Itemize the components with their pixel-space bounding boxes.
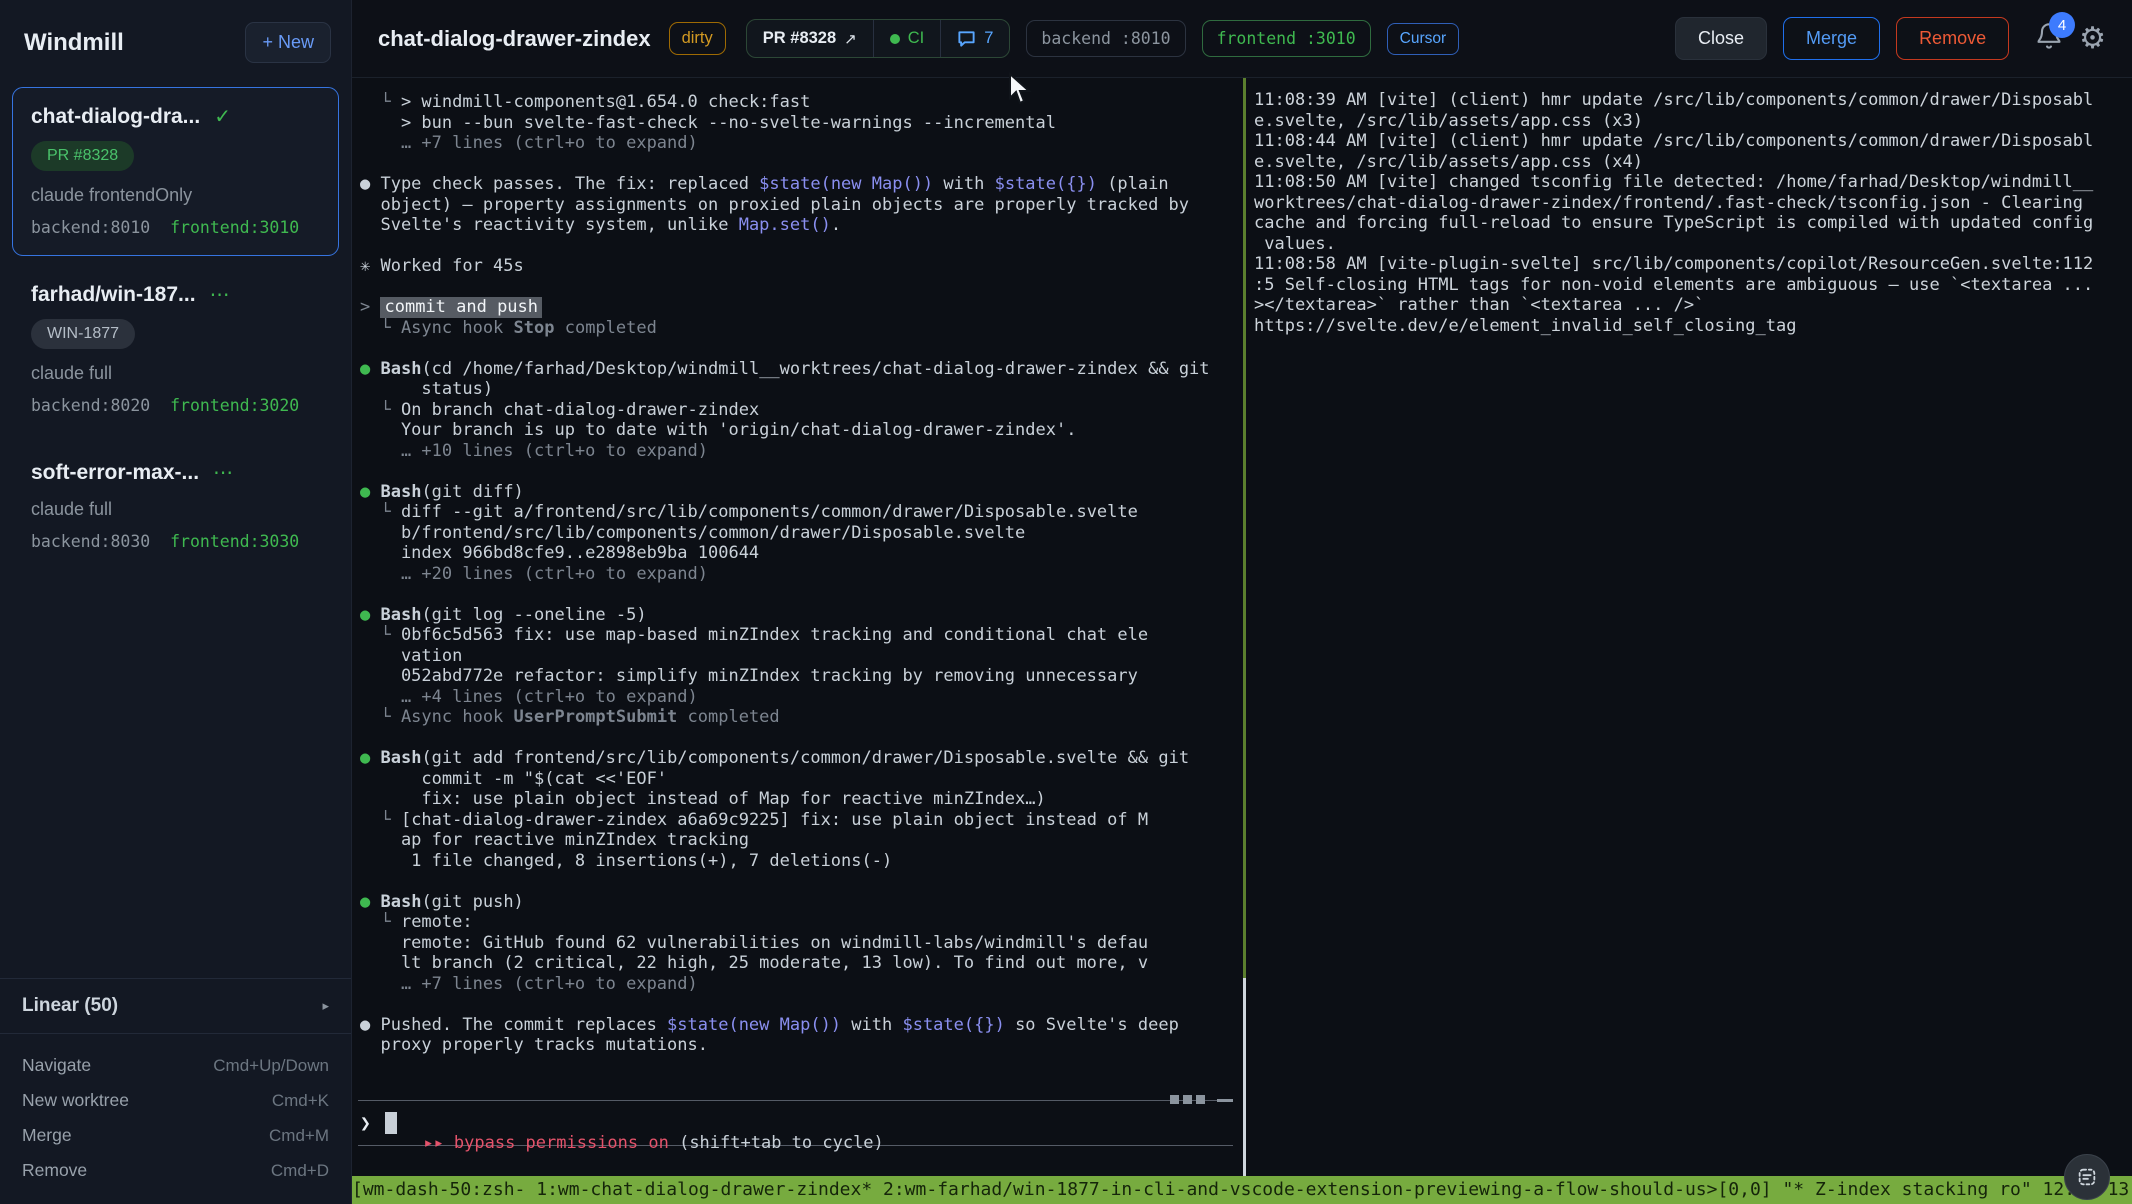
new-worktree-button[interactable]: + New (245, 22, 331, 63)
close-button[interactable]: Close (1675, 17, 1767, 60)
worktree-card-chat-dialog[interactable]: chat-dialog-dra... ✓ PR #8328 claude fro… (12, 87, 339, 256)
app-window: Windmill + New chat-dialog-dra... ✓ PR #… (0, 0, 2132, 1204)
pr-badge: PR #8328 (31, 141, 134, 171)
linear-section-label: Linear (50) (22, 995, 118, 1017)
backend-port-label: backend:8010 (31, 218, 150, 237)
claude-terminal-pane[interactable]: └ > windmill-components@1.654.0 check:fa… (352, 78, 1243, 1176)
backend-port-chip[interactable]: backend :8010 (1026, 20, 1185, 57)
backend-port-label: backend:8020 (31, 396, 150, 415)
external-link-icon: ↗ (844, 30, 857, 48)
cursor-chip[interactable]: Cursor (1387, 23, 1460, 55)
notifications-bell[interactable]: 4 (2035, 22, 2063, 55)
frontend-port-chip[interactable]: frontend :3010 (1202, 20, 1371, 57)
pr-link[interactable]: PR #8328 ↗ (747, 20, 873, 57)
frontend-port-label: frontend:3020 (170, 396, 299, 415)
shortcut-new-worktree[interactable]: New worktree Cmd+K (22, 1083, 329, 1118)
drag-handle-icon[interactable] (1170, 1095, 1205, 1104)
vite-log-output: 11:08:39 AM [vite] (client) hmr update /… (1246, 78, 2132, 336)
worktree-card-win-1877[interactable]: farhad/win-187... ⋯ WIN-1877 claude full… (12, 266, 339, 434)
ci-status-dot-icon (890, 34, 900, 44)
agent-mode-label: claude frontendOnly (31, 185, 322, 206)
worktree-page-title: chat-dialog-drawer-zindex (378, 26, 651, 52)
worktree-title: farhad/win-187... (31, 283, 196, 307)
input-divider-top (358, 1100, 1233, 1101)
agent-mode-label: claude full (31, 499, 322, 520)
vite-log-pane[interactable]: 11:08:39 AM [vite] (client) hmr update /… (1246, 78, 2132, 1176)
pr-comments[interactable]: 7 (940, 20, 1009, 57)
permissions-mode-line[interactable]: ▸▸bypass permissions on (shift+tab to cy… (362, 1113, 884, 1173)
worktree-title: soft-error-max-... (31, 461, 199, 485)
backend-port-label: backend:8030 (31, 532, 150, 551)
dirty-badge: dirty (669, 22, 726, 55)
agent-mode-label: claude full (31, 363, 322, 384)
resize-dash-icon[interactable] (1217, 1099, 1233, 1102)
list-lines-icon (2076, 1166, 2098, 1188)
app-title: Windmill (24, 29, 124, 57)
check-icon: ✓ (214, 104, 231, 129)
frontend-port-label: frontend:3010 (170, 218, 299, 237)
remove-button[interactable]: Remove (1896, 17, 2009, 60)
tmux-status-bar[interactable]: [wm-dash-50:zsh- 1:wm-chat-dialog-drawer… (352, 1176, 2132, 1204)
main-header: chat-dialog-drawer-zindex dirty PR #8328… (352, 0, 2132, 78)
notification-count-badge: 4 (2049, 12, 2075, 38)
linear-issue-badge: WIN-1877 (31, 319, 135, 349)
shortcut-remove[interactable]: Remove Cmd+D (22, 1153, 329, 1188)
sidebar: Windmill + New chat-dialog-dra... ✓ PR #… (0, 0, 352, 1204)
comment-bubble-icon (957, 29, 976, 48)
merge-button[interactable]: Merge (1783, 17, 1880, 60)
shortcut-legend: Navigate Cmd+Up/Down New worktree Cmd+K … (0, 1034, 351, 1204)
ellipsis-menu-icon[interactable]: ⋯ (210, 290, 232, 300)
worktree-card-soft-error[interactable]: soft-error-max-... ⋯ claude full backend… (12, 444, 339, 570)
linear-section-toggle[interactable]: Linear (50) ▸ (0, 978, 351, 1034)
shortcut-navigate[interactable]: Navigate Cmd+Up/Down (22, 1048, 329, 1083)
pr-status-group: PR #8328 ↗ CI 7 (746, 19, 1011, 58)
floating-log-button[interactable] (2064, 1154, 2110, 1200)
terminal-output: └ > windmill-components@1.654.0 check:fa… (352, 78, 1243, 1056)
frontend-port-label: frontend:3030 (170, 532, 299, 551)
settings-gear-icon[interactable]: ⚙ (2079, 24, 2106, 54)
ellipsis-menu-icon[interactable]: ⋯ (213, 468, 235, 478)
chevron-right-icon: ▸ (322, 998, 329, 1014)
worktree-title: chat-dialog-dra... (31, 105, 200, 129)
double-arrow-icon: ▸▸ (423, 1133, 443, 1153)
ci-status[interactable]: CI (873, 20, 941, 57)
shortcut-merge[interactable]: Merge Cmd+M (22, 1118, 329, 1153)
